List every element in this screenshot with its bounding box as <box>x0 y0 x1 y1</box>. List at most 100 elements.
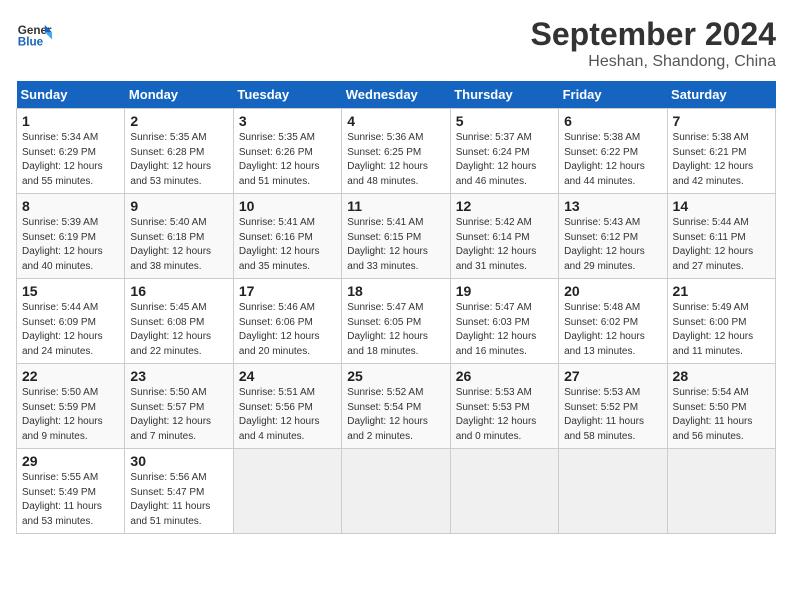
day-number: 21 <box>673 283 770 299</box>
day-number: 15 <box>22 283 119 299</box>
logo: General Blue <box>16 16 52 52</box>
day-info: Sunrise: 5:37 AMSunset: 6:24 PMDaylight:… <box>456 131 553 189</box>
table-row: 14 Sunrise: 5:44 AMSunset: 6:11 PMDaylig… <box>667 194 775 279</box>
header-sunday: Sunday <box>17 81 125 109</box>
day-number: 13 <box>564 198 661 214</box>
day-info: Sunrise: 5:55 AMSunset: 5:49 PMDaylight:… <box>22 471 119 529</box>
header-saturday: Saturday <box>667 81 775 109</box>
day-number: 22 <box>22 368 119 384</box>
day-number: 11 <box>347 198 444 214</box>
month-year-title: September 2024 <box>531 16 776 53</box>
day-info: Sunrise: 5:38 AMSunset: 6:21 PMDaylight:… <box>673 131 770 189</box>
table-row: 27 Sunrise: 5:53 AMSunset: 5:52 PMDaylig… <box>559 364 667 449</box>
day-info: Sunrise: 5:46 AMSunset: 6:06 PMDaylight:… <box>239 301 336 359</box>
day-number: 12 <box>456 198 553 214</box>
day-number: 26 <box>456 368 553 384</box>
table-row: 10 Sunrise: 5:41 AMSunset: 6:16 PMDaylig… <box>233 194 341 279</box>
day-info: Sunrise: 5:35 AMSunset: 6:28 PMDaylight:… <box>130 131 227 189</box>
day-number: 6 <box>564 113 661 129</box>
day-number: 2 <box>130 113 227 129</box>
logo-icon: General Blue <box>16 16 52 52</box>
table-row: 8 Sunrise: 5:39 AMSunset: 6:19 PMDayligh… <box>17 194 125 279</box>
day-info: Sunrise: 5:50 AMSunset: 5:59 PMDaylight:… <box>22 386 119 444</box>
day-info: Sunrise: 5:50 AMSunset: 5:57 PMDaylight:… <box>130 386 227 444</box>
table-row: 29 Sunrise: 5:55 AMSunset: 5:49 PMDaylig… <box>17 449 125 534</box>
title-block: September 2024 Heshan, Shandong, China <box>531 16 776 71</box>
table-row <box>233 449 341 534</box>
day-info: Sunrise: 5:44 AMSunset: 6:09 PMDaylight:… <box>22 301 119 359</box>
day-number: 20 <box>564 283 661 299</box>
day-info: Sunrise: 5:38 AMSunset: 6:22 PMDaylight:… <box>564 131 661 189</box>
table-row: 9 Sunrise: 5:40 AMSunset: 6:18 PMDayligh… <box>125 194 233 279</box>
table-row: 4 Sunrise: 5:36 AMSunset: 6:25 PMDayligh… <box>342 109 450 194</box>
calendar-week-row: 29 Sunrise: 5:55 AMSunset: 5:49 PMDaylig… <box>17 449 776 534</box>
svg-text:Blue: Blue <box>18 36 44 49</box>
day-number: 25 <box>347 368 444 384</box>
table-row: 11 Sunrise: 5:41 AMSunset: 6:15 PMDaylig… <box>342 194 450 279</box>
day-number: 23 <box>130 368 227 384</box>
table-row: 18 Sunrise: 5:47 AMSunset: 6:05 PMDaylig… <box>342 279 450 364</box>
table-row: 22 Sunrise: 5:50 AMSunset: 5:59 PMDaylig… <box>17 364 125 449</box>
day-info: Sunrise: 5:41 AMSunset: 6:16 PMDaylight:… <box>239 216 336 274</box>
table-row <box>450 449 558 534</box>
header-wednesday: Wednesday <box>342 81 450 109</box>
table-row: 17 Sunrise: 5:46 AMSunset: 6:06 PMDaylig… <box>233 279 341 364</box>
calendar-week-row: 8 Sunrise: 5:39 AMSunset: 6:19 PMDayligh… <box>17 194 776 279</box>
table-row: 19 Sunrise: 5:47 AMSunset: 6:03 PMDaylig… <box>450 279 558 364</box>
day-number: 5 <box>456 113 553 129</box>
day-number: 30 <box>130 453 227 469</box>
day-number: 14 <box>673 198 770 214</box>
day-number: 19 <box>456 283 553 299</box>
day-number: 7 <box>673 113 770 129</box>
day-info: Sunrise: 5:49 AMSunset: 6:00 PMDaylight:… <box>673 301 770 359</box>
table-row: 2 Sunrise: 5:35 AMSunset: 6:28 PMDayligh… <box>125 109 233 194</box>
day-number: 27 <box>564 368 661 384</box>
day-number: 28 <box>673 368 770 384</box>
table-row: 7 Sunrise: 5:38 AMSunset: 6:21 PMDayligh… <box>667 109 775 194</box>
day-info: Sunrise: 5:51 AMSunset: 5:56 PMDaylight:… <box>239 386 336 444</box>
table-row: 5 Sunrise: 5:37 AMSunset: 6:24 PMDayligh… <box>450 109 558 194</box>
table-row <box>559 449 667 534</box>
day-number: 1 <box>22 113 119 129</box>
day-info: Sunrise: 5:36 AMSunset: 6:25 PMDaylight:… <box>347 131 444 189</box>
calendar-table: Sunday Monday Tuesday Wednesday Thursday… <box>16 81 776 534</box>
table-row: 3 Sunrise: 5:35 AMSunset: 6:26 PMDayligh… <box>233 109 341 194</box>
day-info: Sunrise: 5:47 AMSunset: 6:03 PMDaylight:… <box>456 301 553 359</box>
header-thursday: Thursday <box>450 81 558 109</box>
table-row: 6 Sunrise: 5:38 AMSunset: 6:22 PMDayligh… <box>559 109 667 194</box>
table-row <box>342 449 450 534</box>
day-number: 18 <box>347 283 444 299</box>
location-subtitle: Heshan, Shandong, China <box>531 53 776 71</box>
day-info: Sunrise: 5:44 AMSunset: 6:11 PMDaylight:… <box>673 216 770 274</box>
calendar-body: 1 Sunrise: 5:34 AMSunset: 6:29 PMDayligh… <box>17 109 776 534</box>
calendar-week-row: 15 Sunrise: 5:44 AMSunset: 6:09 PMDaylig… <box>17 279 776 364</box>
day-number: 24 <box>239 368 336 384</box>
header-tuesday: Tuesday <box>233 81 341 109</box>
table-row: 21 Sunrise: 5:49 AMSunset: 6:00 PMDaylig… <box>667 279 775 364</box>
table-row <box>667 449 775 534</box>
table-row: 28 Sunrise: 5:54 AMSunset: 5:50 PMDaylig… <box>667 364 775 449</box>
table-row: 20 Sunrise: 5:48 AMSunset: 6:02 PMDaylig… <box>559 279 667 364</box>
day-info: Sunrise: 5:52 AMSunset: 5:54 PMDaylight:… <box>347 386 444 444</box>
table-row: 23 Sunrise: 5:50 AMSunset: 5:57 PMDaylig… <box>125 364 233 449</box>
day-number: 16 <box>130 283 227 299</box>
day-number: 3 <box>239 113 336 129</box>
day-info: Sunrise: 5:53 AMSunset: 5:52 PMDaylight:… <box>564 386 661 444</box>
header-monday: Monday <box>125 81 233 109</box>
day-number: 9 <box>130 198 227 214</box>
day-info: Sunrise: 5:47 AMSunset: 6:05 PMDaylight:… <box>347 301 444 359</box>
table-row: 16 Sunrise: 5:45 AMSunset: 6:08 PMDaylig… <box>125 279 233 364</box>
day-info: Sunrise: 5:34 AMSunset: 6:29 PMDaylight:… <box>22 131 119 189</box>
table-row: 1 Sunrise: 5:34 AMSunset: 6:29 PMDayligh… <box>17 109 125 194</box>
table-row: 15 Sunrise: 5:44 AMSunset: 6:09 PMDaylig… <box>17 279 125 364</box>
day-number: 10 <box>239 198 336 214</box>
day-number: 29 <box>22 453 119 469</box>
day-info: Sunrise: 5:35 AMSunset: 6:26 PMDaylight:… <box>239 131 336 189</box>
day-info: Sunrise: 5:45 AMSunset: 6:08 PMDaylight:… <box>130 301 227 359</box>
day-info: Sunrise: 5:41 AMSunset: 6:15 PMDaylight:… <box>347 216 444 274</box>
calendar-week-row: 1 Sunrise: 5:34 AMSunset: 6:29 PMDayligh… <box>17 109 776 194</box>
page-header: General Blue September 2024 Heshan, Shan… <box>16 16 776 71</box>
day-info: Sunrise: 5:42 AMSunset: 6:14 PMDaylight:… <box>456 216 553 274</box>
table-row: 26 Sunrise: 5:53 AMSunset: 5:53 PMDaylig… <box>450 364 558 449</box>
day-info: Sunrise: 5:54 AMSunset: 5:50 PMDaylight:… <box>673 386 770 444</box>
